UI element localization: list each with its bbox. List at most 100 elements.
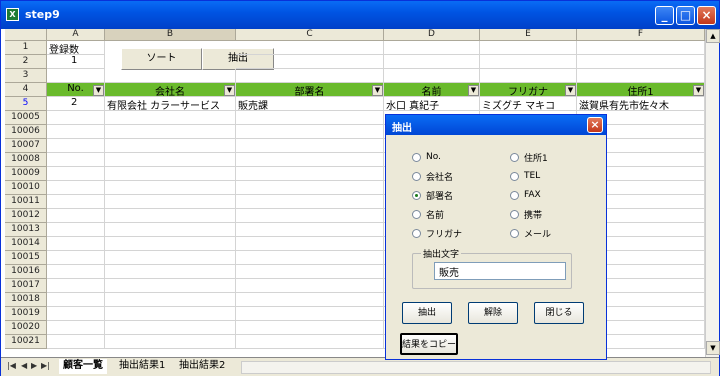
cell-a2[interactable]: 1	[47, 55, 105, 69]
minimize-button[interactable]: _	[655, 6, 674, 25]
grid-cell[interactable]	[236, 111, 384, 125]
filter-dropdown-furigana[interactable]: ▼	[565, 85, 576, 96]
cell-company[interactable]: 有限会社 カラーサービス	[105, 97, 236, 111]
column-header-f[interactable]: F	[577, 29, 705, 41]
grid-cell[interactable]	[105, 293, 236, 307]
search-text-input[interactable]: 販売	[434, 262, 566, 280]
grid-cell[interactable]	[105, 181, 236, 195]
grid-cell[interactable]	[236, 167, 384, 181]
row-header[interactable]: 3	[5, 69, 47, 83]
grid-cell[interactable]	[105, 209, 236, 223]
grid-cell[interactable]	[236, 209, 384, 223]
radio-option[interactable]: 会社名	[412, 169, 453, 183]
clear-button[interactable]: 解除	[468, 302, 518, 324]
column-header-e[interactable]: E	[480, 29, 577, 41]
radio-button-icon[interactable]	[510, 152, 519, 162]
cell-a1[interactable]: 登録数	[47, 41, 105, 55]
radio-button-icon[interactable]	[510, 190, 519, 200]
grid-cell[interactable]	[47, 125, 105, 139]
radio-option[interactable]: 住所1	[510, 150, 548, 164]
grid-cell[interactable]	[47, 223, 105, 237]
grid-cell[interactable]	[105, 139, 236, 153]
close-button[interactable]: ×	[697, 6, 716, 25]
last-sheet-arrow[interactable]: ▶|	[41, 361, 50, 370]
radio-option[interactable]: メール	[510, 226, 551, 240]
row-header[interactable]: 5	[5, 97, 47, 111]
cell-department[interactable]: 販売課	[236, 97, 384, 111]
radio-button-icon[interactable]	[510, 228, 519, 238]
grid-cell[interactable]	[47, 321, 105, 335]
grid-cell[interactable]	[384, 69, 480, 83]
filter-dropdown-department[interactable]: ▼	[372, 85, 383, 96]
grid-cell[interactable]	[105, 335, 236, 349]
grid-cell[interactable]	[480, 69, 577, 83]
grid-cell[interactable]	[105, 167, 236, 181]
grid-cell[interactable]	[47, 111, 105, 125]
grid-cell[interactable]	[236, 153, 384, 167]
horizontal-scrollbar[interactable]	[241, 361, 711, 374]
grid-cell[interactable]	[236, 293, 384, 307]
grid-cell[interactable]	[236, 125, 384, 139]
grid-cell[interactable]	[236, 237, 384, 251]
row-header[interactable]: 10012	[5, 209, 47, 223]
grid-cell[interactable]	[105, 265, 236, 279]
row-header[interactable]: 10005	[5, 111, 47, 125]
grid-cell[interactable]	[105, 195, 236, 209]
grid-cell[interactable]	[105, 69, 236, 83]
radio-option[interactable]: フリガナ	[412, 226, 462, 240]
copy-results-button[interactable]: 結果をコピー	[400, 333, 458, 355]
row-header[interactable]: 10010	[5, 181, 47, 195]
cell-name[interactable]: 水口 真紀子	[384, 97, 480, 111]
grid-cell[interactable]	[105, 307, 236, 321]
grid-cell[interactable]	[105, 279, 236, 293]
sort-button[interactable]: ソート	[121, 48, 202, 70]
row-header[interactable]: 10017	[5, 279, 47, 293]
radio-option[interactable]: 携帯	[510, 207, 542, 221]
row-header[interactable]: 10013	[5, 223, 47, 237]
tab-extract-result-1[interactable]: 抽出結果1	[115, 359, 169, 374]
grid-cell[interactable]	[236, 139, 384, 153]
grid-cell[interactable]	[236, 69, 384, 83]
next-sheet-arrow[interactable]: ▶	[31, 361, 37, 370]
radio-button-icon[interactable]	[412, 228, 421, 238]
maximize-button[interactable]: □	[676, 6, 695, 25]
grid-cell[interactable]	[47, 335, 105, 349]
row-header[interactable]: 10014	[5, 237, 47, 251]
row-header[interactable]: 10018	[5, 293, 47, 307]
grid-cell[interactable]	[236, 223, 384, 237]
dialog-close-icon[interactable]: ×	[587, 117, 603, 133]
grid-cell[interactable]	[105, 153, 236, 167]
grid-cell[interactable]	[47, 209, 105, 223]
grid-cell[interactable]	[236, 335, 384, 349]
grid-cell[interactable]	[47, 293, 105, 307]
tab-extract-result-2[interactable]: 抽出結果2	[175, 359, 229, 374]
grid-cell[interactable]	[577, 55, 705, 69]
grid-cell[interactable]	[47, 237, 105, 251]
grid-cell[interactable]	[47, 139, 105, 153]
radio-button-icon[interactable]	[412, 171, 421, 181]
grid-cell[interactable]	[236, 181, 384, 195]
row-header[interactable]: 10006	[5, 125, 47, 139]
radio-button-icon[interactable]	[412, 209, 421, 219]
radio-button-icon[interactable]	[412, 190, 421, 200]
grid-cell[interactable]	[47, 251, 105, 265]
grid-cell[interactable]	[384, 55, 480, 69]
radio-option[interactable]: 部署名	[412, 188, 453, 202]
scroll-up-arrow[interactable]: ▲	[706, 29, 720, 43]
filter-dropdown-no[interactable]: ▼	[93, 85, 104, 96]
prev-sheet-arrow[interactable]: ◀	[21, 361, 27, 370]
grid-cell[interactable]	[236, 265, 384, 279]
row-header[interactable]: 10016	[5, 265, 47, 279]
grid-cell[interactable]	[105, 111, 236, 125]
tab-customer-list[interactable]: 顧客一覧	[59, 359, 107, 374]
select-all-corner[interactable]	[5, 29, 47, 41]
grid-cell[interactable]	[47, 279, 105, 293]
column-header-d[interactable]: D	[384, 29, 480, 41]
grid-cell[interactable]	[236, 251, 384, 265]
grid-cell[interactable]	[105, 223, 236, 237]
radio-option[interactable]: FAX	[510, 188, 541, 202]
cell-no[interactable]: 2	[47, 97, 105, 111]
radio-option[interactable]: No.	[412, 150, 441, 164]
row-header[interactable]: 10019	[5, 307, 47, 321]
grid-cell[interactable]	[236, 279, 384, 293]
